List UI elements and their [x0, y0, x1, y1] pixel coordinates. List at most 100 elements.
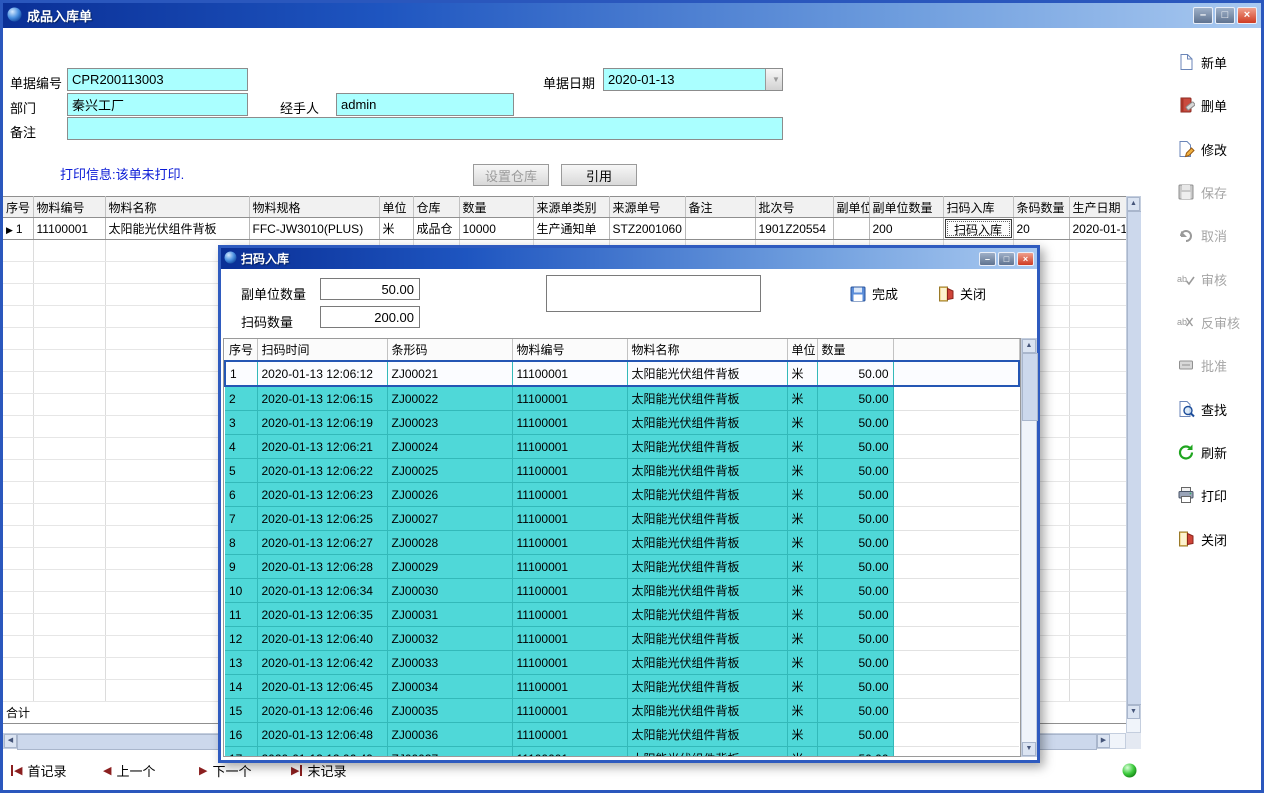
col-header[interactable]: 序号 — [3, 197, 33, 218]
close-button-icon[interactable]: × — [1237, 7, 1257, 24]
col-header[interactable]: 物料名称 — [105, 197, 249, 218]
col-header[interactable]: 条码数量 — [1013, 197, 1069, 218]
reference-button[interactable]: 引用 — [561, 164, 637, 186]
scan-table-row[interactable]: 162020-01-13 12:06:48ZJ0003611100001太阳能光… — [225, 723, 1019, 747]
scan-table-row[interactable]: 172020-01-13 12:06:49ZJ0003711100001太阳能光… — [225, 747, 1019, 758]
audit-icon: ab — [1177, 270, 1195, 288]
scan-table-row[interactable]: 102020-01-13 12:06:34ZJ0003011100001太阳能光… — [225, 579, 1019, 603]
doc-no-input[interactable] — [67, 68, 248, 91]
sidebar-item-new[interactable]: 新单 — [1177, 50, 1227, 74]
sidebar-item-cancel[interactable]: 取消 — [1177, 223, 1227, 247]
dept-input[interactable] — [67, 93, 248, 116]
scroll-up-icon[interactable]: ▲ — [1022, 339, 1036, 353]
dialog-maximize-icon[interactable]: □ — [998, 252, 1015, 266]
col-header[interactable]: 数量 — [459, 197, 533, 218]
scan-table-row[interactable]: 32020-01-13 12:06:19ZJ0002311100001太阳能光伏… — [225, 411, 1019, 435]
scan-qty-input[interactable] — [320, 306, 420, 328]
scan-table-row[interactable]: 142020-01-13 12:06:45ZJ0003411100001太阳能光… — [225, 675, 1019, 699]
chevron-down-icon[interactable]: ▼ — [765, 69, 782, 90]
scan-table-row[interactable]: 132020-01-13 12:06:42ZJ0003311100001太阳能光… — [225, 651, 1019, 675]
scan-table-row[interactable]: 82020-01-13 12:06:27ZJ0002811100001太阳能光伏… — [225, 531, 1019, 555]
scroll-up-icon[interactable]: ▲ — [1127, 197, 1140, 211]
scan-table-row[interactable]: 112020-01-13 12:06:35ZJ0003111100001太阳能光… — [225, 603, 1019, 627]
dialog-minimize-icon[interactable]: – — [979, 252, 996, 266]
scan-cell-qty: 50.00 — [817, 483, 893, 507]
handler-input[interactable] — [336, 93, 514, 116]
scan-cell-material-no: 11100001 — [512, 723, 627, 747]
sidebar-item-save[interactable]: 保存 — [1177, 180, 1227, 204]
exit-icon — [937, 285, 955, 303]
nav-next-record[interactable]: ▶ 下一个 — [199, 761, 251, 780]
col-header[interactable]: 物料编号 — [33, 197, 105, 218]
col-header[interactable]: 仓库 — [413, 197, 459, 218]
scroll-right-icon[interactable]: ▶ — [1097, 734, 1110, 748]
complete-button[interactable]: 完成 — [849, 284, 898, 303]
scroll-left-icon[interactable]: ◀ — [4, 734, 17, 748]
sidebar-item-audit[interactable]: ab 审核 — [1177, 267, 1227, 291]
col-header[interactable]: 备注 — [685, 197, 755, 218]
nav-previous-record[interactable]: ◀ 上一个 — [103, 761, 155, 780]
scan-table-row[interactable]: 12020-01-13 12:06:12ZJ0002111100001太阳能光伏… — [225, 361, 1019, 386]
sidebar-item-reverse-audit[interactable]: ab 反审核 — [1177, 310, 1240, 334]
scan-cell-barcode: ZJ00029 — [387, 555, 512, 579]
sub-unit-qty-input[interactable] — [320, 278, 420, 300]
scan-table-row[interactable]: 72020-01-13 12:06:25ZJ0002711100001太阳能光伏… — [225, 507, 1019, 531]
nav-first-record[interactable]: ◀ 首记录 — [11, 761, 66, 780]
dialog-vscrollbar[interactable]: ▲ ▼ — [1021, 338, 1037, 757]
scan-table-row[interactable]: 92020-01-13 12:06:28ZJ0002911100001太阳能光伏… — [225, 555, 1019, 579]
scroll-down-icon[interactable]: ▼ — [1127, 705, 1140, 719]
sidebar-item-close[interactable]: 关闭 — [1177, 527, 1227, 551]
dialog-close-button[interactable]: 关闭 — [937, 284, 986, 303]
dialog-vscroll-thumb[interactable] — [1022, 353, 1038, 421]
main-grid-vscrollbar[interactable]: ▲ ▼ — [1126, 196, 1141, 733]
col-header[interactable]: 副单位数量 — [869, 197, 943, 218]
col-header[interactable]: 副单位 — [833, 197, 869, 218]
scan-cell-material-no: 11100001 — [512, 699, 627, 723]
scan-in-button[interactable]: 扫码入库 — [945, 219, 1012, 238]
col-header[interactable]: 来源单号 — [609, 197, 685, 218]
sidebar-item-modify[interactable]: 修改 — [1177, 137, 1227, 161]
col-header[interactable]: 条形码 — [387, 339, 512, 361]
scan-table-row[interactable]: 62020-01-13 12:06:23ZJ0002611100001太阳能光伏… — [225, 483, 1019, 507]
sidebar: 新单 删单 修改 保存 取消 ab 审核 ab 反审核 批准 — [1141, 28, 1261, 790]
scan-cell-filler — [893, 531, 1019, 555]
col-header[interactable]: 扫码时间 — [257, 339, 387, 361]
col-header[interactable]: 单位 — [787, 339, 817, 361]
main-grid-data-row[interactable]: ▶1 11100001 太阳能光伏组件背板 FFC-JW3010(PLUS) 米… — [3, 218, 1126, 240]
col-header[interactable]: 物料名称 — [627, 339, 787, 361]
scan-table-row[interactable]: 122020-01-13 12:06:40ZJ0003211100001太阳能光… — [225, 627, 1019, 651]
col-header[interactable]: 扫码入库 — [943, 197, 1013, 218]
doc-date-select[interactable]: 2020-01-13 ▼ — [603, 68, 783, 91]
scan-table-row[interactable]: 22020-01-13 12:06:15ZJ0002211100001太阳能光伏… — [225, 386, 1019, 411]
sidebar-item-delete[interactable]: 删单 — [1177, 93, 1227, 117]
minimize-button-icon[interactable]: – — [1193, 7, 1213, 24]
remark-input[interactable] — [67, 117, 783, 140]
sub-unit-qty-label: 副单位数量 — [241, 284, 306, 303]
col-header[interactable]: 单位 — [379, 197, 413, 218]
col-header[interactable]: 来源单类别 — [533, 197, 609, 218]
scan-table-row[interactable]: 152020-01-13 12:06:46ZJ0003511100001太阳能光… — [225, 699, 1019, 723]
sidebar-item-refresh[interactable]: 刷新 — [1177, 440, 1227, 464]
col-header[interactable]: 数量 — [817, 339, 893, 361]
col-header[interactable]: 序号 — [225, 339, 257, 361]
scan-cell-time: 2020-01-13 12:06:28 — [257, 555, 387, 579]
scroll-down-icon[interactable]: ▼ — [1022, 742, 1036, 756]
scan-cell-qty: 50.00 — [817, 507, 893, 531]
dialog-close-icon[interactable]: × — [1017, 252, 1034, 266]
vscroll-thumb[interactable] — [1127, 211, 1142, 705]
sidebar-item-search[interactable]: 查找 — [1177, 397, 1227, 421]
col-header[interactable]: 物料编号 — [512, 339, 627, 361]
scan-table-row[interactable]: 52020-01-13 12:06:22ZJ0002511100001太阳能光伏… — [225, 459, 1019, 483]
col-header[interactable]: 物料规格 — [249, 197, 379, 218]
sidebar-item-approve[interactable]: 批准 — [1177, 353, 1227, 377]
col-header[interactable]: 批次号 — [755, 197, 833, 218]
set-warehouse-button[interactable]: 设置仓库 — [473, 164, 549, 186]
scan-table-row[interactable]: 42020-01-13 12:06:21ZJ0002411100001太阳能光伏… — [225, 435, 1019, 459]
maximize-button-icon[interactable]: □ — [1215, 7, 1235, 24]
barcode-scan-input[interactable] — [546, 275, 761, 312]
sidebar-item-print[interactable]: 打印 — [1177, 483, 1227, 507]
scan-cell-barcode: ZJ00022 — [387, 386, 512, 411]
nav-last-record[interactable]: ▶ 末记录 — [291, 761, 346, 780]
col-header[interactable]: 生产日期 — [1069, 197, 1126, 218]
scan-cell-material-no: 11100001 — [512, 483, 627, 507]
